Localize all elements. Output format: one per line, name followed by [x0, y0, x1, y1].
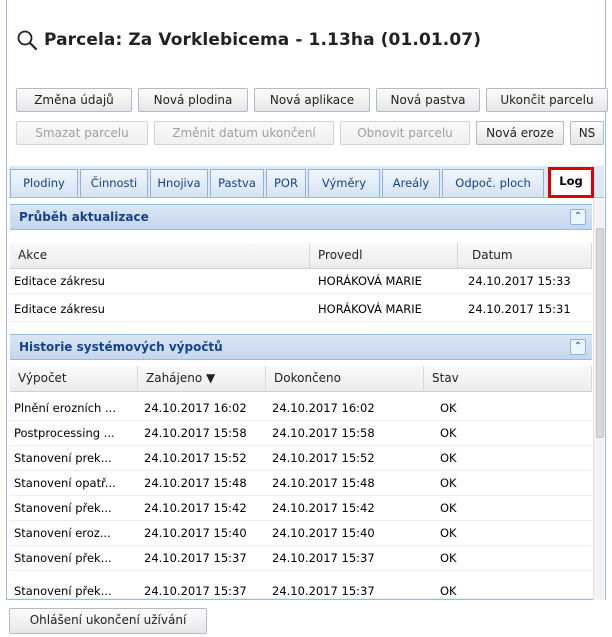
cell-zahajeno: 24.10.2017 15:37: [144, 584, 247, 598]
cell-vypocet: Stanovení prek...: [14, 451, 112, 465]
column-provedl[interactable]: Provedl: [310, 243, 458, 268]
cell-zahajeno: 24.10.2017 15:48: [144, 476, 247, 490]
table-row[interactable]: Plnění erozních ... 24.10.2017 16:02 24.…: [10, 397, 592, 421]
table-row[interactable]: Stanovení eroz... 24.10.2017 15:40 24.10…: [10, 522, 592, 546]
update-section-header: Průběh aktualizace ⌃: [10, 204, 592, 230]
obnovit-parcelu-button[interactable]: Obnovit parcelu: [340, 121, 470, 145]
update-section-title: Průběh aktualizace: [19, 210, 149, 224]
cell-provedl: HORÁKOVÁ MARIE: [318, 274, 422, 288]
zmena-udaju-button[interactable]: Změna údajů: [16, 88, 132, 112]
nova-eroze-button[interactable]: Nová eroze: [476, 121, 564, 145]
table-row[interactable]: Stanovení přek... 24.10.2017 15:37 24.10…: [10, 572, 592, 599]
cell-akce: Editace zákresu: [14, 274, 105, 288]
table-row[interactable]: Stanovení přek... 24.10.2017 15:37 24.10…: [10, 547, 592, 571]
cell-datum: 24.10.2017 15:31: [468, 302, 571, 316]
cell-dokonceno: 24.10.2017 15:37: [272, 584, 375, 598]
window-title: Parcela: Za Vorklebicema - 1.13ha (01.01…: [16, 28, 481, 52]
cell-vypocet: Postprocessing ...: [14, 426, 115, 440]
ns-button[interactable]: NS: [570, 121, 604, 145]
column-stav[interactable]: Stav: [424, 366, 592, 391]
cell-vypocet: Stanovení eroz...: [14, 526, 111, 540]
cell-vypocet: Plnění erozních ...: [14, 401, 116, 415]
history-grid-header: Výpočet Zahájeno ▼ Dokončeno Stav: [10, 366, 592, 392]
tab-hnojiva[interactable]: Hnojiva: [150, 169, 208, 197]
cell-provedl: HORÁKOVÁ MARIE: [318, 302, 422, 316]
cell-dokonceno: 24.10.2017 15:52: [272, 451, 375, 465]
history-section-header: Historie systémových výpočtů ⌃: [10, 334, 592, 360]
history-section-title: Historie systémových výpočtů: [19, 340, 223, 354]
cell-stav: OK: [440, 584, 457, 598]
nova-plodina-button[interactable]: Nová plodina: [138, 88, 248, 112]
cell-stav: OK: [440, 551, 457, 565]
table-row[interactable]: Editace zákresu HORÁKOVÁ MARIE 24.10.201…: [10, 270, 592, 294]
ohlaseni-ukonceni-button[interactable]: Ohlášení ukončení užívání: [9, 608, 207, 634]
cell-zahajeno: 24.10.2017 15:58: [144, 426, 247, 440]
cell-dokonceno: 24.10.2017 15:58: [272, 426, 375, 440]
table-row[interactable]: Stanovení prek... 24.10.2017 15:52 24.10…: [10, 447, 592, 471]
cell-zahajeno: 24.10.2017 15:40: [144, 526, 247, 540]
tab-por[interactable]: POR: [266, 169, 306, 197]
cell-stav: OK: [440, 426, 457, 440]
cell-stav: OK: [440, 401, 457, 415]
cell-dokonceno: 24.10.2017 15:37: [272, 551, 375, 565]
table-row[interactable]: Stanovení přek... 24.10.2017 15:42 24.10…: [10, 497, 592, 521]
cell-zahajeno: 24.10.2017 15:42: [144, 501, 247, 515]
scrollbar-thumb[interactable]: [596, 228, 604, 438]
cell-zahajeno: 24.10.2017 15:52: [144, 451, 247, 465]
column-zahajeno[interactable]: Zahájeno ▼: [138, 366, 266, 391]
cell-stav: OK: [440, 451, 457, 465]
cell-stav: OK: [440, 526, 457, 540]
tab-plodiny[interactable]: Plodiny: [10, 169, 78, 197]
tab-log[interactable]: Log: [548, 167, 594, 198]
cell-vypocet: Stanovení přek...: [14, 551, 112, 565]
tab-arealy[interactable]: Areály: [382, 169, 440, 197]
column-vypocet[interactable]: Výpočet: [10, 366, 138, 391]
tab-vymery[interactable]: Výměry: [308, 169, 380, 197]
smazat-parcelu-button[interactable]: Smazat parcelu: [16, 121, 148, 145]
page-title: Parcela: Za Vorklebicema - 1.13ha (01.01…: [44, 30, 482, 50]
cell-dokonceno: 24.10.2017 15:40: [272, 526, 375, 540]
cell-zahajeno: 24.10.2017 16:02: [144, 401, 247, 415]
column-dokonceno[interactable]: Dokončeno: [266, 366, 424, 391]
collapse-icon[interactable]: ⌃: [570, 339, 586, 355]
zmenit-datum-ukonceni-button[interactable]: Změnit datum ukončení: [154, 121, 334, 145]
cell-zahajeno: 24.10.2017 15:37: [144, 551, 247, 565]
update-grid-header: Akce Provedl Datum: [10, 243, 592, 269]
cell-vypocet: Stanovení opatř...: [14, 476, 116, 490]
table-row[interactable]: Postprocessing ... 24.10.2017 15:58 24.1…: [10, 422, 592, 446]
column-akce[interactable]: Akce: [10, 243, 310, 268]
tab-cinnosti[interactable]: Činnosti: [80, 169, 148, 197]
cell-dokonceno: 24.10.2017 15:48: [272, 476, 375, 490]
tab-pastva[interactable]: Pastva: [210, 169, 264, 197]
nova-pastva-button[interactable]: Nová pastva: [376, 88, 480, 112]
column-datum[interactable]: Datum: [458, 243, 592, 268]
cell-vypocet: Stanovení přek...: [14, 501, 112, 515]
cell-akce: Editace zákresu: [14, 302, 105, 316]
magnifier-icon: [17, 30, 38, 51]
cell-dokonceno: 24.10.2017 16:02: [272, 401, 375, 415]
nova-aplikace-button[interactable]: Nová aplikace: [254, 88, 370, 112]
cell-stav: OK: [440, 476, 457, 490]
collapse-icon[interactable]: ⌃: [570, 209, 586, 225]
table-row[interactable]: Editace zákresu HORÁKOVÁ MARIE 24.10.201…: [10, 298, 592, 322]
cell-datum: 24.10.2017 15:33: [468, 274, 571, 288]
table-row[interactable]: Stanovení opatř... 24.10.2017 15:48 24.1…: [10, 472, 592, 496]
cell-dokonceno: 24.10.2017 15:42: [272, 501, 375, 515]
tab-odpoc-ploch[interactable]: Odpoč. ploch: [442, 169, 544, 197]
cell-stav: OK: [440, 501, 457, 515]
cell-vypocet: Stanovení přek...: [14, 584, 112, 598]
ukoncit-parcelu-button[interactable]: Ukončit parcelu: [486, 88, 608, 112]
